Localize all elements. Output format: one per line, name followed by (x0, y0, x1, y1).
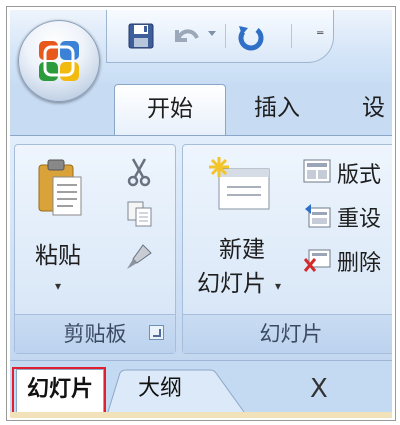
slides-group-label: 幻灯片 (183, 314, 392, 353)
ribbon: 粘贴 ▾ 剪贴板 新建 幻灯片 ▾ 版式 重设 删除 幻灯片 (10, 135, 392, 361)
powerpoint-window: ⁼ 开始 插入 设 粘贴 ▾ 剪贴板 新建 幻灯片 ▾ 版式 重设 删除 幻灯片… (10, 10, 392, 418)
tab-design[interactable]: 设 (362, 84, 392, 136)
reset-label: 重设 (337, 207, 382, 232)
delete-button[interactable]: 删除 (303, 245, 392, 276)
customize-qat-icon[interactable]: ⁼ (316, 26, 324, 45)
new-slide-icon (209, 157, 270, 210)
office-button[interactable] (18, 20, 100, 102)
format-painter-icon[interactable] (123, 241, 155, 273)
screenshot-frame: ⁼ 开始 插入 设 粘贴 ▾ 剪贴板 新建 幻灯片 ▾ 版式 重设 删除 幻灯片… (6, 6, 396, 421)
slide-thumbnail-strip (10, 412, 392, 418)
paste-button[interactable]: 粘贴 ▾ (21, 151, 97, 309)
undo-dropdown-icon[interactable] (207, 30, 217, 38)
delete-icon (303, 249, 331, 272)
layout-icon (303, 159, 331, 183)
qat-separator (291, 24, 292, 48)
new-slide-button[interactable]: 新建 幻灯片 ▾ (189, 151, 299, 309)
office-button-icon (39, 41, 79, 81)
paste-icon (38, 159, 82, 216)
save-icon[interactable] (127, 22, 155, 50)
paste-dropdown-icon[interactable]: ▾ (55, 279, 61, 293)
delete-label: 删除 (337, 251, 382, 276)
tab-outline[interactable]: 大纲 (138, 369, 248, 411)
pane-tab-bar: 幻灯片 大纲 X (10, 360, 392, 418)
dialog-launcher-icon[interactable] (149, 325, 164, 340)
clipboard-group: 粘贴 ▾ 剪贴板 (14, 144, 176, 354)
tab-home[interactable]: 开始 (114, 84, 226, 137)
close-icon[interactable]: X (310, 371, 328, 407)
redo-icon[interactable] (235, 22, 265, 52)
layout-label: 版式 (337, 163, 382, 188)
new-slide-label-2: 幻灯片 (197, 271, 266, 297)
undo-icon[interactable] (171, 22, 201, 50)
reset-button[interactable]: 重设 (303, 201, 392, 232)
layout-button[interactable]: 版式 (303, 157, 392, 188)
new-slide-label-1: 新建 (219, 237, 265, 263)
highlight-box (12, 367, 106, 418)
qat-separator (225, 24, 226, 48)
paste-label: 粘贴 (35, 243, 81, 269)
quick-access-toolbar (106, 10, 334, 63)
slides-group: 新建 幻灯片 ▾ 版式 重设 删除 幻灯片 (182, 144, 392, 354)
cut-icon[interactable] (125, 157, 153, 187)
new-slide-dropdown-icon[interactable]: ▾ (275, 279, 281, 293)
reset-icon (305, 204, 331, 228)
tab-insert[interactable]: 插入 (242, 84, 312, 136)
copy-icon[interactable] (125, 199, 155, 229)
